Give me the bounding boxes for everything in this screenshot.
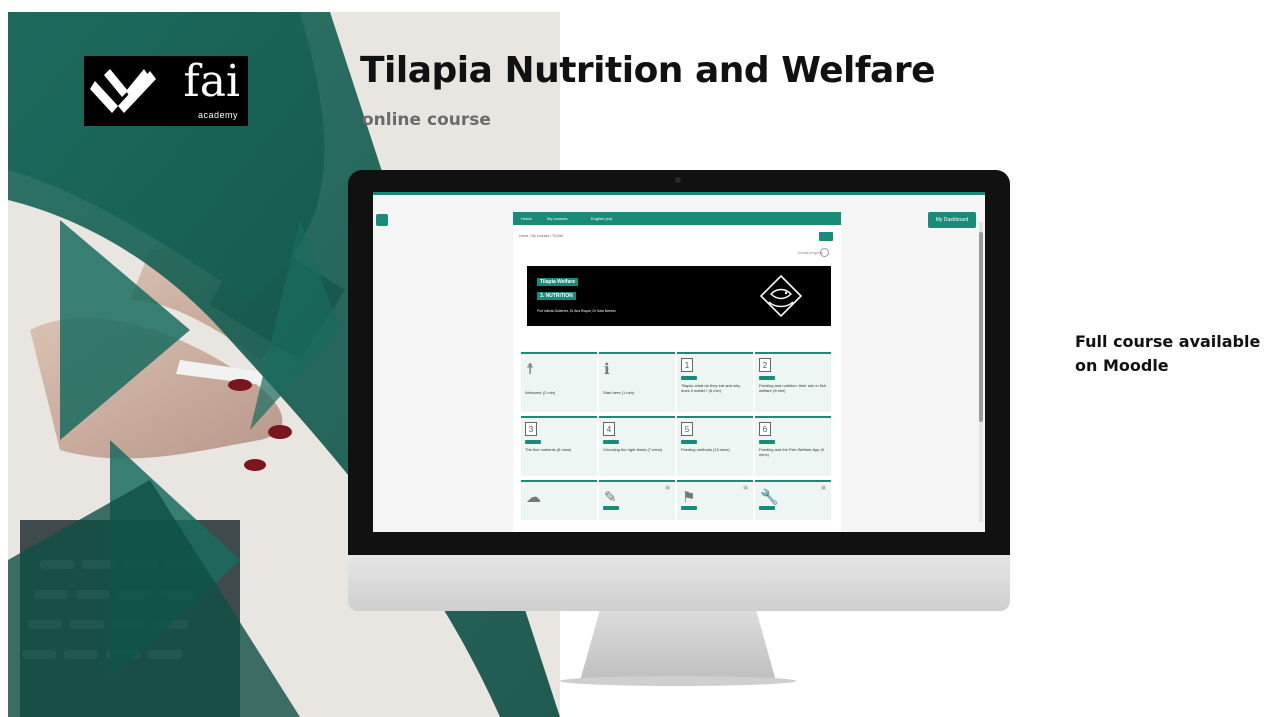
section-number-badge: 4 [603,422,615,436]
wrench-icon: 🔧 [760,489,779,506]
section-title: Feeding methods (15 mins) [681,447,730,452]
section-number-badge: 5 [681,422,693,436]
completion-chip [759,506,775,510]
course-page: Home My courses English (en) Home / My c… [513,212,841,532]
side-note-line1: Full course available [1075,332,1261,351]
course-section-tile[interactable]: 6 Feeding and the Fish Welfare App (9 min… [755,416,831,476]
course-section-tile[interactable]: 4 Choosing the right feeds (7 mins) [599,416,675,476]
activity-status-icon: ▣ [821,485,826,491]
breadcrumb[interactable]: Home / My courses / TILNW [519,234,563,238]
activity-status-icon: ▣ [743,485,748,491]
completion-chip [603,506,619,510]
graduation-icon: ⚑ [682,489,696,506]
fish-in-hands-icon [759,274,803,318]
moodle-navbar: Home My courses English (en) [513,212,841,225]
logo-wordmark: fai [183,56,240,107]
banner-authors: Prof Iolinda Gutierrez, Dr Ana Roque, Dr… [537,309,616,313]
completion-chip [681,440,697,444]
completion-chip [759,376,775,380]
section-title: The five nutrients (8 mins) [525,447,572,452]
course-banner: Tilapia Welfare 3. NUTRITION Prof Iolind… [527,266,831,326]
section-title: Welcome (2 min) [525,390,556,395]
fai-leaf-logo-icon [90,69,156,113]
monitor-stand [580,611,776,681]
nav-home[interactable]: Home [521,212,532,225]
course-section-tile[interactable]: 2 Feeding and nutrition: their role in fi… [755,352,831,412]
course-section-tile[interactable]: 🔧 ▣ [755,480,831,520]
person-icon: ☨ [526,361,535,378]
monitor-chin [348,555,1010,611]
course-section-tile[interactable]: ⚑ ▣ [677,480,753,520]
section-title: Choosing the right feeds (7 mins) [603,447,662,452]
section-number-badge: 3 [525,422,537,436]
info-icon: ℹ [604,361,610,378]
pencil-icon: ✎ [604,489,617,506]
completion-chip [525,440,541,444]
course-section-tile[interactable]: ☨ Welcome (2 min) [521,352,597,412]
logo-subtext: academy [197,110,238,120]
completion-chip [681,376,697,380]
nav-my-courses[interactable]: My courses [547,212,567,225]
course-availability-note: Full course available on Moodle [1075,330,1275,378]
course-section-tile[interactable]: ℹ Start here (1 min) [599,352,675,412]
course-section-tile[interactable]: 3 The five nutrients (8 mins) [521,416,597,476]
section-number-badge: 1 [681,358,693,372]
section-title: Start here (1 min) [603,390,635,395]
section-title: Tilapia: what do they eat and why does i… [681,383,741,393]
cloud-icon: ☁ [526,489,541,506]
settings-gear-button[interactable] [819,232,833,241]
slide-title: Tilapia Nutrition and Welfare [360,50,936,91]
webcam-icon [675,177,681,183]
banner-module-name: 3. NUTRITION [537,292,576,300]
screen-top-accent [373,192,985,195]
course-section-tile[interactable]: ✎ ▣ [599,480,675,520]
banner-course-name: Tilapia Welfare [537,278,579,286]
drawer-toggle-icon[interactable] [376,214,388,226]
completion-chip [681,506,697,510]
completion-chip [759,440,775,444]
section-number-badge: 2 [759,358,771,372]
slide-subtitle: online course [362,110,491,130]
side-note-line2: on Moodle [1075,356,1169,375]
section-title: Feeding and nutrition: their role in fis… [759,383,826,393]
scrollbar-thumb[interactable] [979,232,983,422]
monitor-stand-base [560,676,796,686]
completion-chip [603,440,619,444]
moodle-screen: My Dashboard Home My courses English (en… [373,192,985,532]
nav-language[interactable]: English (en) [591,212,612,225]
course-section-tile[interactable]: ☁ [521,480,597,520]
fai-academy-logo: fai academy [84,56,248,126]
course-section-tile[interactable]: 5 Feeding methods (15 mins) [677,416,753,476]
activity-status-icon: ▣ [665,485,670,491]
my-dashboard-button[interactable]: My Dashboard [928,212,976,228]
section-title: Feeding and the Fish Welfare App (9 mins… [759,447,825,457]
course-section-tile[interactable]: 1 Tilapia: what do they eat and why does … [677,352,753,412]
section-number-badge: 6 [759,422,771,436]
progress-ring-icon [820,248,829,257]
